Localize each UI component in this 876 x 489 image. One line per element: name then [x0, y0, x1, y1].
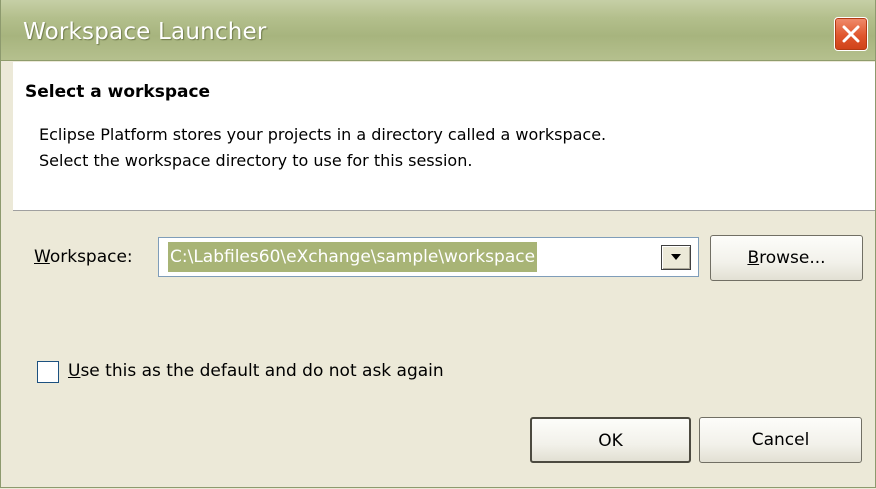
close-button[interactable]: [834, 17, 868, 51]
workspace-dropdown-button[interactable]: [661, 245, 691, 270]
workspace-path-value[interactable]: C:\Labfiles60\eXchange\sample\workspace: [168, 242, 538, 272]
default-label-text: se this as the default and do not ask ag…: [80, 361, 444, 381]
title-bar[interactable]: Workspace Launcher: [1, 0, 875, 61]
workspace-label-text: orkspace:: [49, 247, 133, 267]
workspace-label-mnemonic: W: [34, 247, 50, 267]
header-title: Select a workspace: [25, 82, 211, 102]
header-description: Eclipse Platform stores your projects in…: [39, 122, 606, 174]
browse-button[interactable]: Browse...: [710, 235, 863, 281]
header-panel: Select a workspace Eclipse Platform stor…: [13, 62, 875, 211]
ok-button[interactable]: OK: [530, 417, 691, 463]
close-icon: [842, 25, 860, 43]
workspace-label: Workspace:: [34, 247, 133, 267]
description-line-1: Eclipse Platform stores your projects in…: [39, 125, 607, 144]
window-title: Workspace Launcher: [23, 19, 267, 45]
browse-label: rowse...: [759, 248, 826, 268]
default-mnemonic: U: [68, 361, 81, 381]
default-workspace-label[interactable]: Use this as the default and do not ask a…: [68, 361, 444, 381]
description-line-2: Select the workspace directory to use fo…: [39, 151, 473, 170]
workspace-combobox[interactable]: C:\Labfiles60\eXchange\sample\workspace: [158, 237, 699, 277]
cancel-button[interactable]: Cancel: [699, 417, 862, 463]
chevron-down-icon: [671, 254, 681, 260]
browse-mnemonic: B: [747, 248, 760, 268]
header-left-margin: [1, 62, 13, 210]
workspace-launcher-dialog: Workspace Launcher Select a workspace Ec…: [0, 0, 876, 488]
default-workspace-checkbox[interactable]: [37, 361, 59, 383]
